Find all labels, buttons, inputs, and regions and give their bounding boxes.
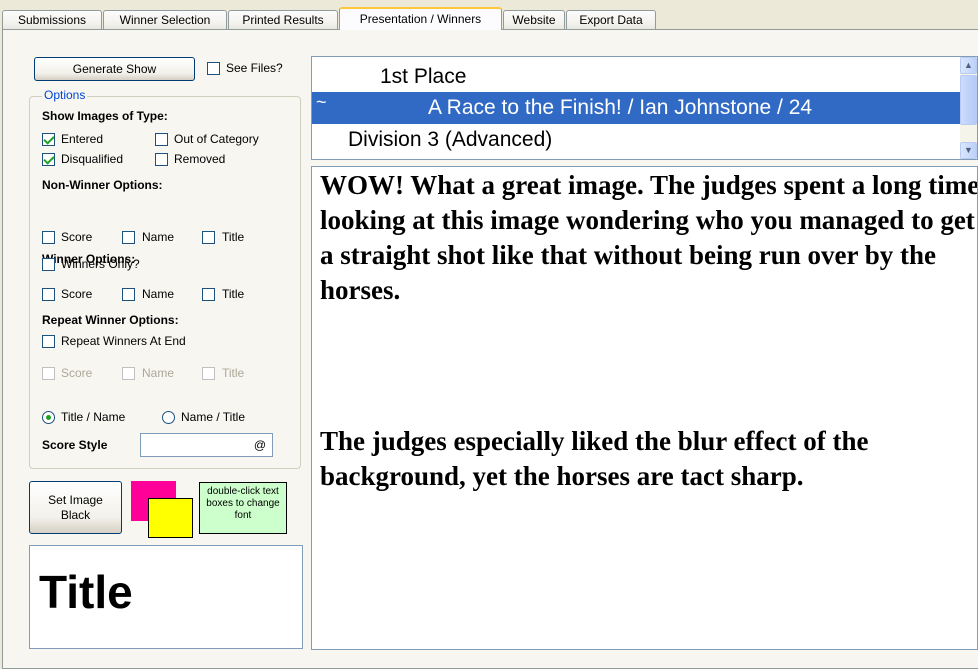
title-name-label: Title / Name — [61, 410, 126, 424]
non-winner-score-label: Score — [61, 230, 93, 244]
options-legend: Options — [42, 88, 88, 102]
winners-only-checkbox[interactable] — [42, 258, 55, 271]
out-of-category-label: Out of Category — [174, 132, 259, 146]
entered-label: Entered — [61, 132, 104, 146]
non-winner-heading: Non-Winner Options: — [42, 178, 163, 192]
winner-score-label: Score — [61, 287, 93, 301]
repeat-winner-heading: Repeat Winner Options: — [42, 313, 179, 327]
repeat-score-checkbox[interactable] — [42, 367, 55, 380]
repeat-title-label: Title — [222, 366, 245, 380]
scroll-down-arrow-icon[interactable]: ▼ — [960, 142, 977, 159]
entered-checkbox[interactable] — [42, 133, 55, 146]
repeat-title-checkbox[interactable] — [202, 367, 215, 380]
set-image-black-button[interactable]: Set Image Black — [29, 481, 122, 534]
results-list[interactable]: 1st Place ~ A Race to the Finish! / Ian … — [311, 56, 978, 160]
see-files-label: See Files? — [226, 61, 283, 75]
out-of-category-checkbox[interactable] — [155, 133, 168, 146]
show-images-heading: Show Images of Type: — [42, 109, 168, 123]
name-title-label: Name / Title — [181, 410, 246, 424]
repeat-name-label: Name — [142, 366, 175, 380]
disqualified-label: Disqualified — [61, 152, 124, 166]
repeat-at-end-label: Repeat Winners At End — [61, 334, 186, 348]
winner-score-checkbox[interactable] — [42, 288, 55, 301]
winners-only-label: Winners Only? — [61, 257, 140, 271]
scroll-thumb[interactable] — [960, 75, 977, 125]
non-winner-name-checkbox[interactable] — [122, 231, 135, 244]
see-files-checkbox[interactable] — [207, 62, 220, 75]
list-scrollbar[interactable]: ▲ ▼ — [960, 57, 977, 159]
removed-label: Removed — [174, 152, 226, 166]
tab-submissions[interactable]: Submissions — [2, 10, 102, 29]
non-winner-name-label: Name — [142, 230, 175, 244]
at-symbol-icon: @ — [253, 438, 266, 452]
repeat-name-checkbox[interactable] — [122, 367, 135, 380]
winner-title-checkbox[interactable] — [202, 288, 215, 301]
removed-checkbox[interactable] — [155, 153, 168, 166]
tab-website[interactable]: Website — [503, 10, 565, 29]
generate-show-button[interactable]: Generate Show — [34, 57, 195, 81]
list-item[interactable]: 1st Place — [312, 61, 960, 93]
repeat-score-label: Score — [61, 366, 93, 380]
tab-winner-selection[interactable]: Winner Selection — [103, 10, 227, 29]
winner-name-label: Name — [142, 287, 175, 301]
list-item-selected[interactable]: ~ A Race to the Finish! / Ian Johnstone … — [312, 92, 960, 124]
comment-paragraph: WOW! What a great image. The judges spen… — [320, 170, 978, 305]
tab-presentation-winners[interactable]: Presentation / Winners — [339, 7, 502, 30]
font-hint-label: double-click text boxes to change font — [199, 482, 287, 534]
non-winner-title-checkbox[interactable] — [202, 231, 215, 244]
winner-title-label: Title — [222, 287, 245, 301]
winner-name-checkbox[interactable] — [122, 288, 135, 301]
judges-comment-box[interactable]: WOW! What a great image. The judges spen… — [311, 166, 978, 650]
list-item[interactable]: Division 3 (Advanced) — [312, 124, 960, 156]
non-winner-title-label: Title — [222, 230, 245, 244]
tab-printed-results[interactable]: Printed Results — [228, 10, 338, 29]
row-marker: ~ — [316, 92, 327, 112]
score-style-label: Score Style — [42, 438, 108, 452]
score-style-input[interactable]: @ — [140, 433, 273, 457]
scroll-up-arrow-icon[interactable]: ▲ — [960, 57, 977, 74]
disqualified-checkbox[interactable] — [42, 153, 55, 166]
title-name-radio[interactable] — [42, 411, 55, 424]
name-title-radio[interactable] — [162, 411, 175, 424]
non-winner-score-checkbox[interactable] — [42, 231, 55, 244]
title-preview-box[interactable]: Title — [29, 545, 303, 649]
tab-export-data[interactable]: Export Data — [566, 10, 656, 29]
comment-paragraph: The judges especially liked the blur eff… — [320, 426, 869, 491]
title-preview-text: Title — [39, 566, 133, 618]
background-color-swatch[interactable] — [148, 498, 193, 538]
repeat-at-end-checkbox[interactable] — [42, 335, 55, 348]
